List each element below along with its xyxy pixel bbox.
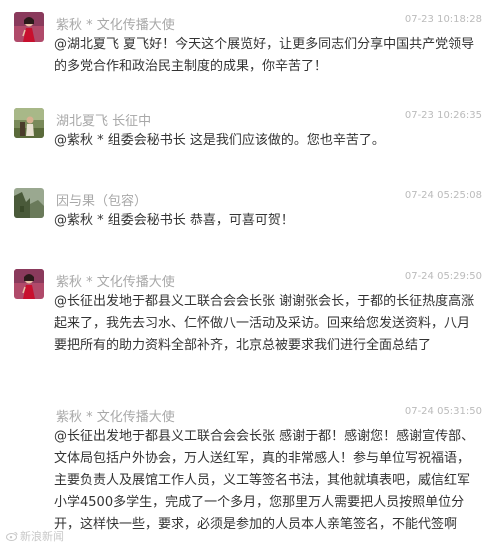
comment-item: 湖北夏飞 长征中 07-23 10:26:35 @紫秋 * 组委会秘书长 这是我… (0, 108, 496, 154)
comment-timestamp: 07-24 05:25:08 (404, 190, 482, 201)
comment-timestamp: 07-23 10:18:28 (404, 14, 482, 25)
comment-username[interactable]: 紫秋 * 文化传播大使 (56, 271, 175, 290)
woman-red-dress-avatar-icon (14, 12, 44, 42)
avatar[interactable] (14, 12, 44, 42)
comment-username[interactable]: 紫秋 * 文化传播大使 (56, 406, 175, 425)
woman-red-dress-avatar-icon (14, 269, 44, 299)
avatar[interactable] (14, 108, 44, 138)
comment-username[interactable]: 紫秋 * 文化传播大使 (56, 14, 175, 33)
outdoor-man-avatar-icon (14, 108, 44, 138)
comment-text: @紫秋 * 组委会秘书长 恭喜，可喜可贺！ (54, 213, 294, 228)
comment-timestamp: 07-24 05:31:50 (404, 406, 482, 417)
comment-item: 紫秋 * 文化传播大使 07-24 05:29:50 @长征出发地于都县义工联合… (0, 269, 496, 381)
comment-timestamp: 07-23 10:26:35 (404, 110, 482, 121)
cliff-landscape-avatar-icon (14, 188, 44, 218)
comment-text: @长征出发地于都县义工联合会会长张 谢谢张会长，于都的长征热度高涨起来了，我先去… (54, 294, 475, 353)
comment-item: 紫秋 * 文化传播大使 07-24 05:31:50 @长征出发地于都县义工联合… (0, 404, 496, 546)
watermark: 新浪新闻 (6, 528, 64, 544)
comment-item: 因与果（包容） 07-24 05:25:08 @紫秋 * 组委会秘书长 恭喜，可… (0, 188, 496, 234)
comment-item: 紫秋 * 文化传播大使 07-23 10:18:28 @湖北夏飞 夏飞好！今天这… (0, 12, 496, 82)
comment-text: @紫秋 * 组委会秘书长 这是我们应该做的。您也辛苦了。 (54, 133, 385, 148)
comment-text: @湖北夏飞 夏飞好！今天这个展览好，让更多同志们分享中国共产党领导的多党合作和政… (54, 37, 475, 74)
comment-timestamp: 07-24 05:29:50 (404, 271, 482, 282)
comment-text: @长征出发地于都县义工联合会会长张 感谢于都！感谢您！感谢宣传部、文体局包括户外… (54, 429, 475, 532)
comment-username[interactable]: 湖北夏飞 长征中 (56, 110, 151, 129)
weibo-logo-icon (6, 531, 18, 541)
avatar[interactable] (14, 269, 44, 299)
comment-username[interactable]: 因与果（包容） (56, 190, 147, 209)
watermark-text: 新浪新闻 (20, 530, 64, 543)
avatar[interactable] (14, 188, 44, 218)
